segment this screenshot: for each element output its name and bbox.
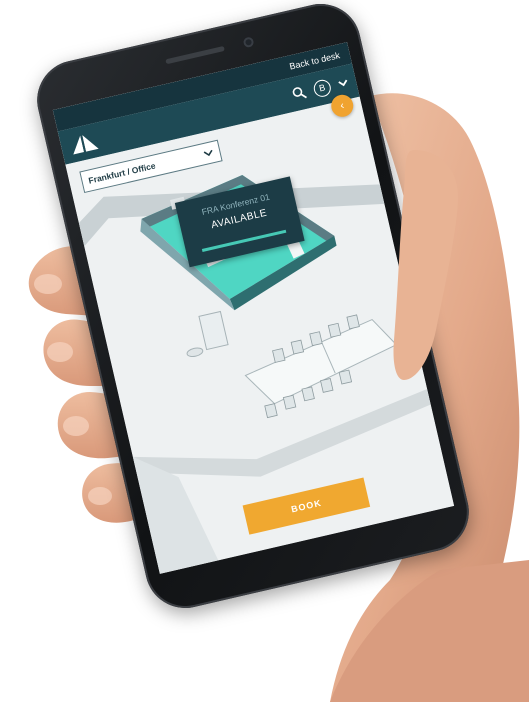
chevron-down-icon [203,149,213,157]
brand-logo-icon[interactable] [67,129,101,157]
chevron-left-icon: ‹ [339,99,346,113]
user-initial: B [318,82,327,94]
speaker-grille [165,45,225,65]
chevron-down-icon[interactable] [337,77,349,89]
photo-scene: Back to desk B Frankfurt / Office ‹ FRA … [0,0,529,702]
front-camera [242,36,255,49]
user-avatar[interactable]: B [312,77,333,99]
search-icon[interactable] [291,85,308,102]
